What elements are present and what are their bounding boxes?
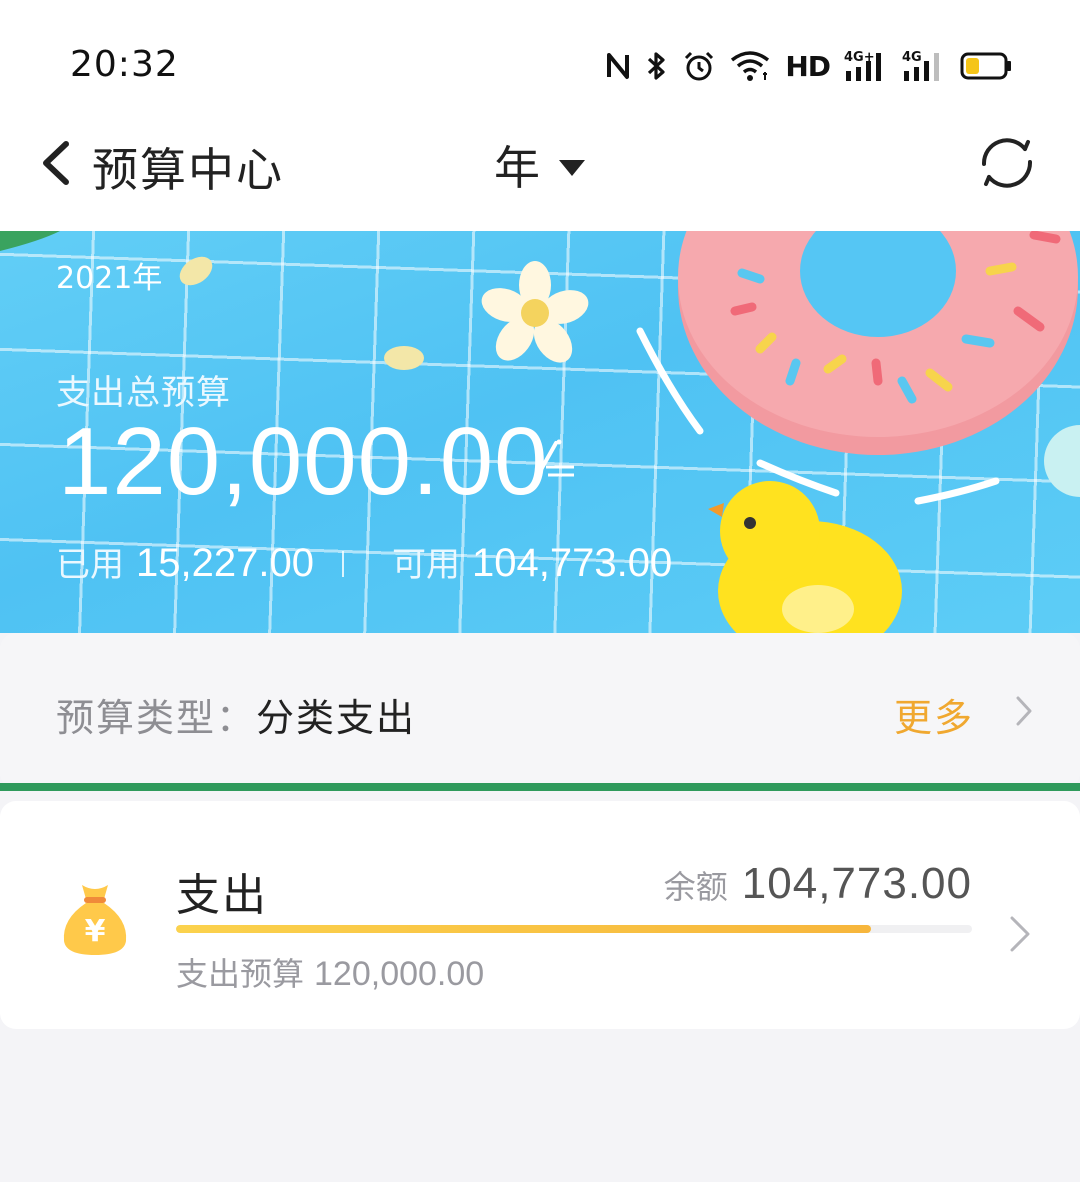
balance: 余额 104,773.00 [664, 859, 972, 909]
status-bar: 20:32 HD 4G+ 4G [0, 0, 1080, 110]
signal-4g-plus-icon: 4G+ [844, 50, 881, 81]
available-label: 可用 [392, 545, 460, 585]
budget-progress-bar [176, 925, 972, 933]
signal-4g-icon: 4G [902, 50, 939, 81]
nfc-icon [607, 53, 630, 79]
used-amount: 15,227.00 [136, 541, 314, 585]
svg-text:4G: 4G [902, 50, 922, 65]
available-amount: 104,773.00 [472, 541, 673, 585]
chevron-right-icon[interactable] [1014, 694, 1034, 728]
title-bar: 预算中心 年 [0, 110, 1080, 231]
wifi-icon [731, 51, 770, 81]
money-bag-icon: ¥ [63, 885, 127, 955]
battery-icon [960, 52, 1011, 80]
expense-budget-card[interactable]: ¥ 支出 余额 104,773.00 支出预算 120,000.00 [0, 801, 1080, 1029]
chevron-left-icon[interactable] [36, 138, 76, 188]
expense-budget-amount: 120,000.00 [314, 955, 485, 993]
budget-type-label: 预算类型： [56, 696, 257, 740]
banner-year: 2021年 [56, 261, 163, 296]
available-summary: 可用 104,773.00 [392, 537, 672, 586]
alarm-icon [685, 51, 714, 81]
budget-banner: 2021年 支出总预算 120,000.00 已用 15,227.00 可用 1… [0, 231, 1080, 633]
balance-label: 余额 [663, 868, 728, 906]
bluetooth-icon [648, 52, 665, 80]
period-label: 年 [494, 141, 540, 195]
hd-icon: HD [785, 49, 831, 83]
used-label: 已用 [56, 545, 124, 585]
used-summary: 已用 15,227.00 [56, 537, 314, 586]
total-budget-amount: 120,000.00 [58, 408, 549, 515]
edit-icon[interactable] [530, 437, 576, 479]
refresh-icon[interactable] [976, 134, 1038, 192]
status-icons: HD 4G+ 4G [605, 44, 1012, 88]
expense-title: 支出 [176, 870, 268, 921]
more-link[interactable]: 更多 [894, 687, 974, 742]
summary-divider [342, 551, 344, 577]
expense-budget-summary: 支出预算 120,000.00 [176, 949, 484, 995]
caret-down-icon [559, 160, 585, 176]
decorative-strip [0, 783, 1080, 791]
svg-text:¥: ¥ [85, 914, 106, 949]
budget-type-row[interactable]: 预算类型： 分类支出 更多 [0, 633, 1080, 789]
page-title: 预算中心 [92, 143, 284, 197]
budget-progress-fill [176, 925, 871, 933]
chevron-right-icon[interactable] [1008, 914, 1032, 954]
balance-amount: 104,773.00 [741, 859, 972, 908]
expense-budget-label: 支出预算 [176, 955, 305, 993]
status-time: 20:32 [70, 44, 179, 85]
period-selector[interactable]: 年 [494, 132, 586, 198]
budget-type-value: 分类支出 [256, 696, 417, 740]
